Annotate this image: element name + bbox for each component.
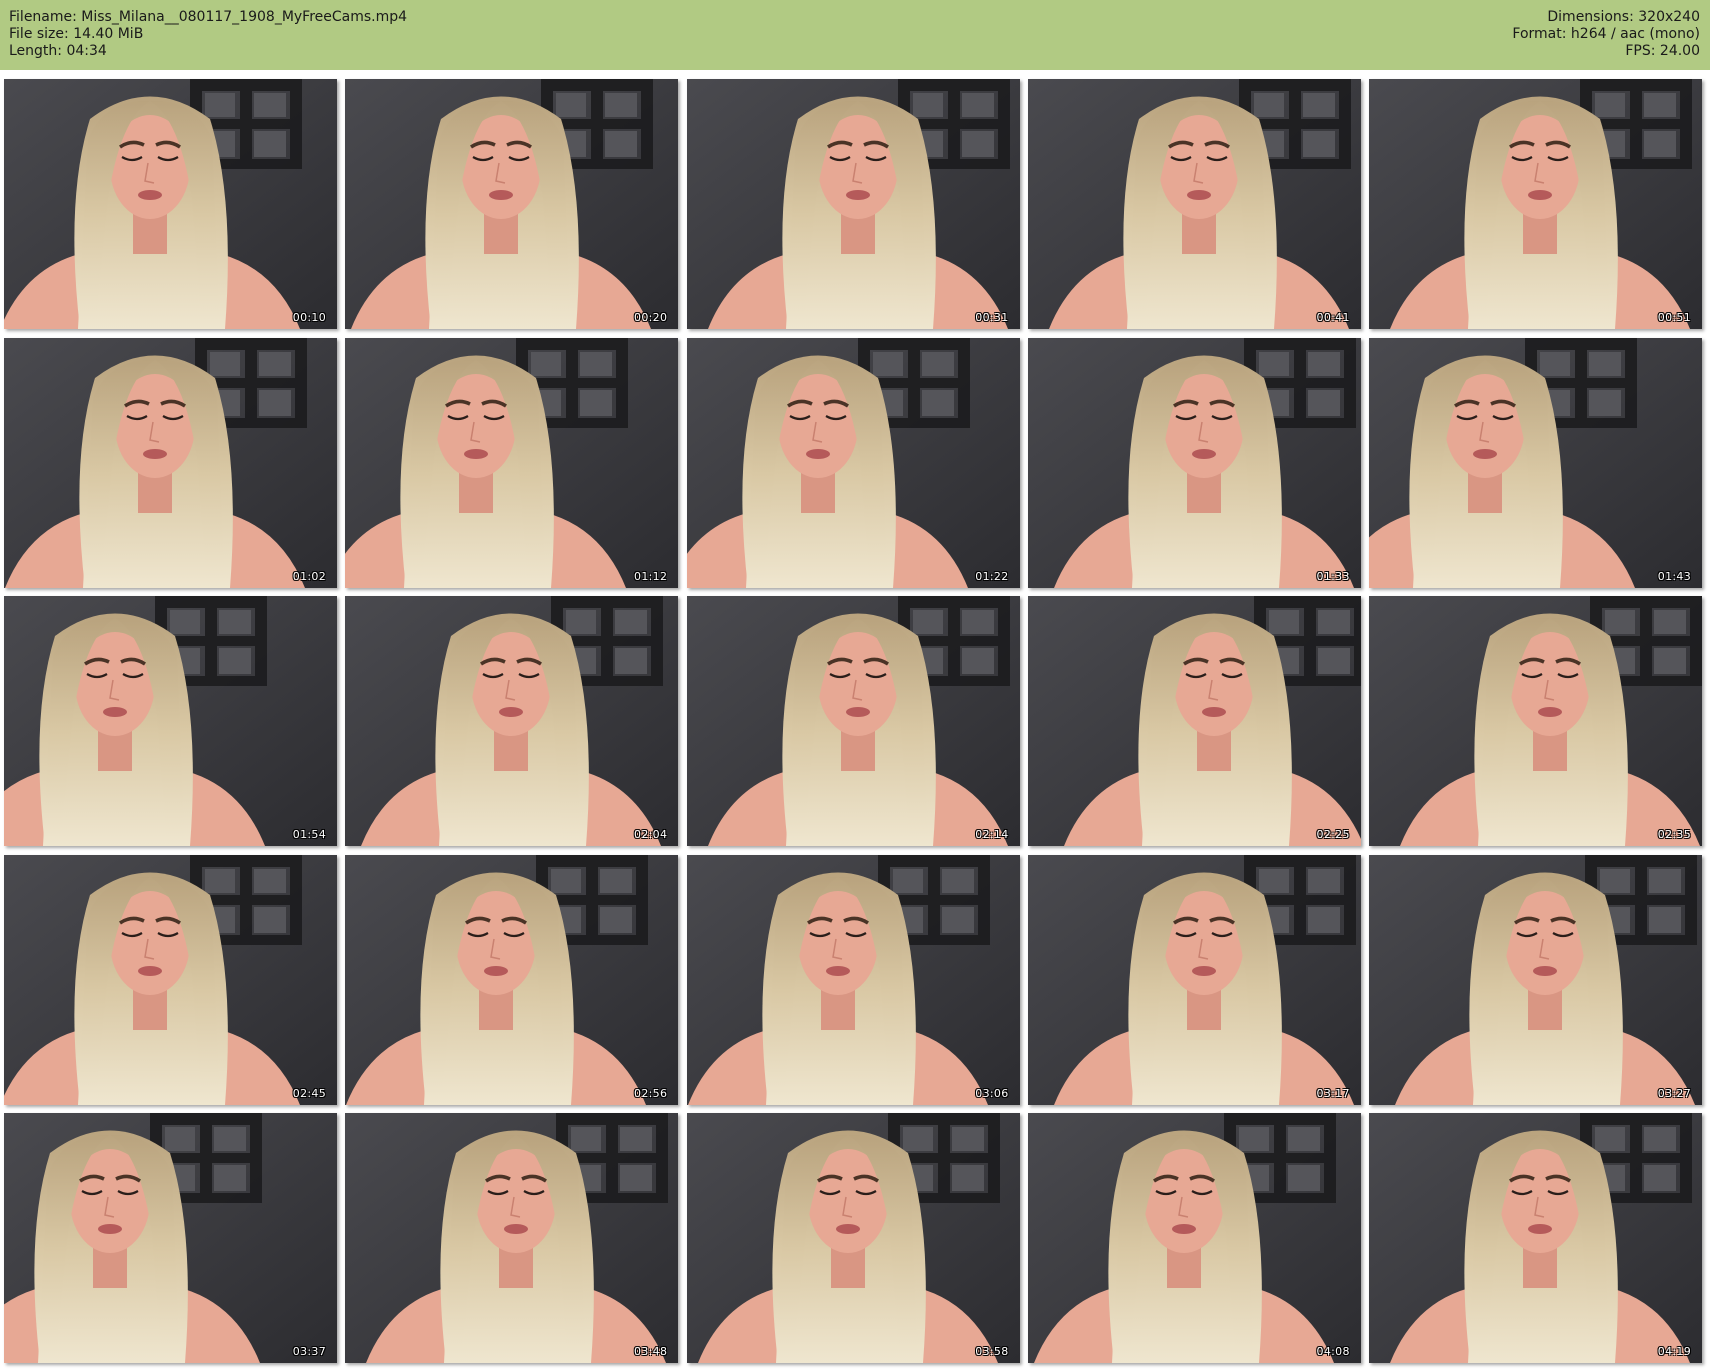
frame-image — [1369, 79, 1702, 329]
frame-timestamp: 00:41 — [1316, 311, 1350, 324]
frame-image — [4, 79, 337, 329]
frame-timestamp: 02:04 — [634, 828, 668, 841]
frame-image — [686, 1113, 1020, 1363]
frame-image — [4, 596, 337, 846]
fps-label: FPS: 24.00 — [1625, 43, 1700, 59]
video-frame-thumbnail[interactable]: 01:43 — [1369, 337, 1702, 588]
frame-image — [345, 337, 679, 588]
video-frame-thumbnail[interactable]: 01:33 — [1027, 337, 1361, 588]
frame-image — [1027, 596, 1361, 846]
video-frame-thumbnail[interactable]: 00:10 — [4, 79, 337, 329]
video-frame-thumbnail[interactable]: 00:51 — [1369, 79, 1702, 329]
info-header: Filename: Miss_Milana__080117_1908_MyFre… — [0, 0, 1710, 70]
frame-image — [345, 596, 679, 846]
file-info-left: Filename: Miss_Milana__080117_1908_MyFre… — [9, 9, 407, 60]
video-frame-thumbnail[interactable]: 02:04 — [345, 596, 679, 846]
frame-timestamp: 04:19 — [1657, 1345, 1691, 1358]
file-info-right: Dimensions: 320x240 Format: h264 / aac (… — [1512, 9, 1700, 60]
frame-timestamp: 03:58 — [975, 1345, 1009, 1358]
frame-timestamp: 04:08 — [1316, 1345, 1350, 1358]
frame-timestamp: 01:43 — [1657, 569, 1691, 583]
frame-image — [686, 596, 1020, 846]
frame-timestamp: 01:54 — [292, 828, 326, 841]
video-frame-thumbnail[interactable]: 01:12 — [345, 337, 679, 588]
frame-image — [4, 337, 337, 588]
video-frame-thumbnail[interactable]: 02:35 — [1369, 596, 1702, 846]
frame-image — [686, 337, 1020, 588]
frame-timestamp: 01:02 — [292, 569, 326, 583]
video-frame-thumbnail[interactable]: 04:08 — [1027, 1113, 1361, 1363]
video-frame-thumbnail[interactable]: 00:41 — [1027, 79, 1361, 329]
format-label: Format: h264 / aac (mono) — [1512, 26, 1700, 42]
frame-timestamp: 00:20 — [634, 311, 668, 324]
frame-timestamp: 00:10 — [292, 311, 326, 324]
frame-image — [345, 79, 679, 329]
frame-image — [1369, 1113, 1702, 1363]
video-frame-thumbnail[interactable]: 02:45 — [4, 854, 337, 1105]
frame-timestamp: 02:45 — [292, 1086, 326, 1100]
frame-image — [1027, 79, 1361, 329]
frame-image — [4, 1113, 337, 1363]
frame-image — [4, 854, 337, 1105]
frame-image — [686, 854, 1020, 1105]
frame-timestamp: 03:17 — [1316, 1086, 1350, 1100]
video-frame-thumbnail[interactable]: 00:20 — [345, 79, 679, 329]
length-label: Length: 04:34 — [9, 43, 107, 59]
video-frame-thumbnail[interactable]: 02:25 — [1027, 596, 1361, 846]
video-frame-thumbnail[interactable]: 00:31 — [686, 79, 1020, 329]
frame-timestamp: 00:31 — [975, 311, 1009, 324]
frame-image — [1369, 337, 1702, 588]
video-frame-thumbnail[interactable]: 03:37 — [4, 1113, 337, 1363]
frame-image — [1027, 1113, 1361, 1363]
frame-image — [345, 1113, 679, 1363]
video-frame-thumbnail[interactable]: 03:17 — [1027, 854, 1361, 1105]
frame-image — [1369, 596, 1702, 846]
video-frame-thumbnail[interactable]: 01:54 — [4, 596, 337, 846]
frame-image — [1369, 854, 1702, 1105]
thumbnail-grid: 00:10 00:20 00:31 00:41 00:51 01:02 01:12 01:22… — [4, 79, 1706, 1364]
video-frame-thumbnail[interactable]: 03:48 — [345, 1113, 679, 1363]
frame-timestamp: 02:35 — [1657, 828, 1691, 841]
frame-image — [686, 79, 1020, 329]
frame-timestamp: 02:14 — [975, 828, 1009, 841]
frame-timestamp: 02:25 — [1316, 828, 1350, 841]
frame-timestamp: 03:27 — [1657, 1086, 1691, 1100]
frame-timestamp: 03:06 — [975, 1086, 1009, 1100]
frame-timestamp: 01:12 — [634, 569, 668, 583]
frame-image — [1027, 337, 1361, 588]
video-frame-thumbnail[interactable]: 01:02 — [4, 337, 337, 588]
video-frame-thumbnail[interactable]: 03:27 — [1369, 854, 1702, 1105]
filename-label: Filename: Miss_Milana__080117_1908_MyFre… — [9, 9, 408, 25]
video-frame-thumbnail[interactable]: 02:56 — [345, 854, 679, 1105]
frame-timestamp: 02:56 — [634, 1086, 668, 1100]
frame-image — [345, 854, 679, 1105]
dimensions-label: Dimensions: 320x240 — [1547, 9, 1700, 25]
filesize-label: File size: 14.40 MiB — [9, 26, 144, 42]
frame-timestamp: 01:22 — [975, 569, 1009, 583]
frame-timestamp: 01:33 — [1316, 569, 1350, 583]
video-frame-thumbnail[interactable]: 03:58 — [686, 1113, 1020, 1363]
video-frame-thumbnail[interactable]: 01:22 — [686, 337, 1020, 588]
frame-timestamp: 03:48 — [634, 1345, 668, 1358]
frame-timestamp: 03:37 — [292, 1345, 326, 1358]
video-frame-thumbnail[interactable]: 04:19 — [1369, 1113, 1702, 1363]
frame-timestamp: 00:51 — [1657, 311, 1691, 324]
frame-image — [1027, 854, 1361, 1105]
video-frame-thumbnail[interactable]: 03:06 — [686, 854, 1020, 1105]
video-frame-thumbnail[interactable]: 02:14 — [686, 596, 1020, 846]
